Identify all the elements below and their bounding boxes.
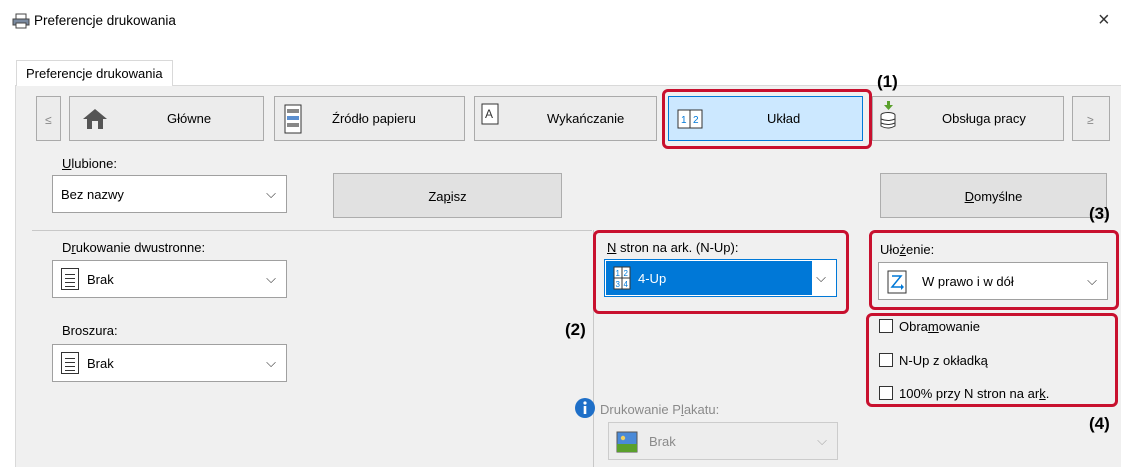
order-value: W prawo i w dół [922, 274, 1014, 289]
nav-next-label: ≥ [1087, 113, 1094, 127]
nup-label: N stron na ark. (N-Up): [607, 240, 739, 255]
svg-text:1: 1 [616, 269, 621, 278]
svg-text:3: 3 [616, 280, 621, 289]
tab-wykanczanie[interactable]: A Wykańczanie [474, 96, 657, 141]
chevron-down-icon: ⌵ [266, 355, 276, 370]
chevron-down-icon: ⌵ [266, 271, 276, 286]
tab-obsluga-label: Obsługa pracy [942, 111, 1026, 126]
cover-checkbox-label: N-Up z okładką [899, 353, 988, 368]
defaults-button-label: Domyślne [964, 189, 1023, 204]
nav-next-button[interactable]: ≥ [1072, 96, 1110, 141]
duplex-select[interactable]: Brak ⌵ [52, 260, 287, 298]
order-label: Ułożenie: [880, 242, 935, 257]
nup-selected-highlight [606, 261, 812, 295]
tab-obsluga-pracy[interactable]: Obsługa pracy [872, 96, 1064, 141]
printer-icon [12, 13, 30, 29]
document-icon [61, 352, 79, 374]
cover-checkbox[interactable] [879, 353, 893, 367]
svg-text:A: A [485, 107, 493, 121]
chevron-down-icon: ⌵ [816, 270, 826, 285]
poster-value: Brak [649, 434, 676, 449]
window-title: Preferencje drukowania [34, 13, 176, 28]
poster-select[interactable]: Brak ⌵ [608, 422, 838, 460]
chevron-down-icon: ⌵ [1087, 273, 1097, 288]
save-button[interactable]: Zapisz [333, 173, 562, 218]
order-select[interactable]: W prawo i w dół ⌵ [878, 262, 1108, 300]
tab-glowne-label: Główne [167, 111, 212, 126]
nav-prev-label: ≤ [45, 113, 52, 127]
border-checkbox[interactable] [879, 319, 893, 333]
close-button[interactable]: × [1098, 10, 1110, 30]
callout-1: (1) [877, 72, 898, 91]
favorites-label: Ulubione: [62, 156, 117, 171]
defaults-button[interactable]: Domyślne [880, 173, 1107, 218]
hundred-percent-label: 100% przy N stron na ark. [899, 386, 1050, 401]
svg-text:4: 4 [624, 280, 629, 289]
booklet-value: Brak [87, 356, 114, 371]
nav-prev-button[interactable]: ≤ [36, 96, 61, 141]
poster-label: Drukowanie Plakatu: [600, 402, 720, 417]
order-icon [887, 270, 907, 294]
finishing-icon: A [481, 103, 499, 125]
duplex-value: Brak [87, 272, 114, 287]
info-icon [575, 398, 595, 418]
favorites-select[interactable]: Bez nazwy ⌵ [52, 175, 287, 213]
callout-3: (3) [1089, 204, 1110, 223]
tab-zrodlo-papieru[interactable]: Źródło papieru [274, 96, 465, 141]
document-icon [61, 268, 79, 290]
svg-text:2: 2 [624, 269, 629, 278]
booklet-select[interactable]: Brak ⌵ [52, 344, 287, 382]
border-checkbox-label: Obramowanie [899, 319, 980, 334]
chevron-down-icon: ⌵ [266, 186, 276, 201]
tab-print-preferences[interactable]: Preferencje drukowania [16, 60, 173, 86]
highlight-box-1 [662, 89, 872, 149]
save-button-label: Zapisz [428, 189, 467, 204]
nup-pages-icon: 1 2 3 4 [613, 266, 631, 290]
paper-tray-icon [284, 104, 302, 134]
duplex-label: Drukowanie dwustronne: [62, 240, 206, 255]
tab-glowne[interactable]: Główne [69, 96, 264, 141]
tab-wykanczanie-label: Wykańczanie [547, 111, 625, 126]
home-icon [83, 109, 107, 129]
chevron-down-icon: ⌵ [817, 433, 827, 448]
tab-zrodlo-label: Źródło papieru [332, 111, 416, 126]
hundred-percent-checkbox[interactable] [879, 386, 893, 400]
nup-value: 4-Up [638, 271, 667, 286]
favorites-value: Bez nazwy [61, 187, 124, 202]
callout-2: (2) [565, 320, 586, 339]
callout-4: (4) [1089, 414, 1110, 433]
booklet-label: Broszura: [62, 323, 118, 338]
poster-icon [616, 431, 638, 453]
nup-select[interactable]: 1 2 3 4 4-Up ⌵ [604, 259, 837, 297]
section-divider [32, 230, 592, 231]
job-handling-icon [880, 101, 896, 129]
